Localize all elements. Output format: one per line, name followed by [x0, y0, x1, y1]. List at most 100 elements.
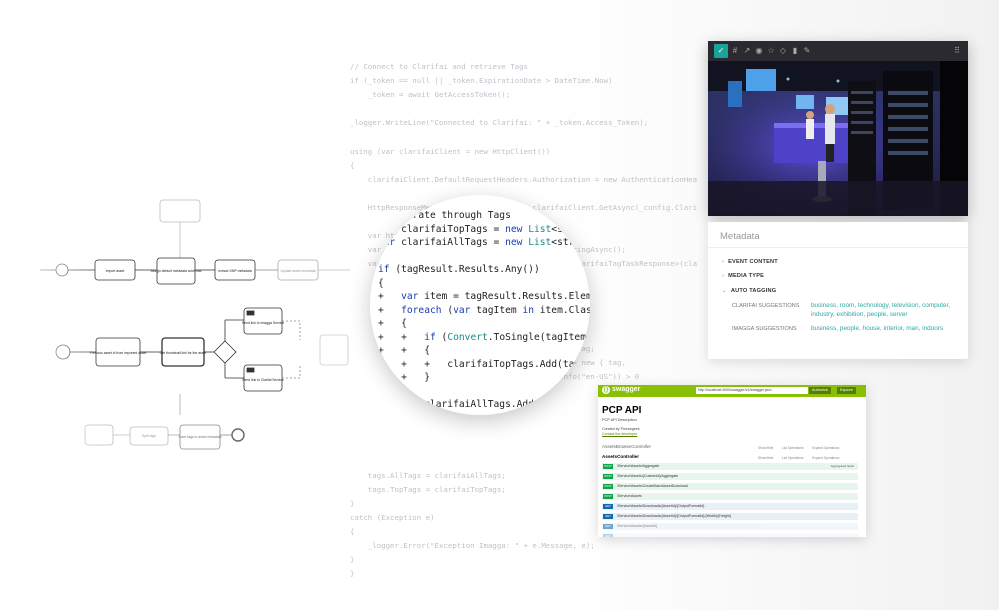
chevron-right-icon: › — [722, 273, 725, 279]
endpoint-path: /Service/Assets/Downloads/{AssetId}/{Out… — [617, 514, 731, 518]
endpoint-row[interactable]: POST/Service/Assets — [602, 493, 858, 500]
code-line: } — [350, 555, 355, 565]
endpoint-row[interactable]: POST/Service/Assets/Aggregate Aggregated … — [602, 463, 858, 470]
swagger-logo[interactable]: {} swagger — [602, 386, 640, 394]
http-method-badge: POST — [603, 474, 613, 479]
magnified-code-line: + { — [378, 318, 407, 329]
exhibition-photo — [708, 61, 968, 216]
trash-icon[interactable]: ▮ — [790, 46, 800, 56]
code-line: clarifaiClient.DefaultRequestHeaders.Aut… — [350, 174, 698, 184]
contact-developer-link[interactable]: Contact the developer — [602, 432, 637, 436]
code-line: { — [350, 160, 355, 170]
page: { "code_lines": [ "// Connect to Clarifa… — [0, 0, 999, 610]
section-media-type[interactable]: › MEDIA TYPE — [722, 273, 764, 279]
code-line: // Connect to Clarifai and retrieve Tags — [350, 62, 528, 71]
magnified-code: // Iterate through Tags var clarifaiTopTa… — [378, 209, 590, 412]
section-event-content[interactable]: › EVENT CONTENT — [722, 259, 778, 265]
api-created-by: Created by Picturegeek — [602, 427, 640, 431]
imagga-suggestions-label: IMAGGA SUGGESTIONS — [732, 326, 797, 332]
endpoint-row[interactable]: GET/Service/Assets/Downloads/{AssetId}/{… — [602, 513, 858, 520]
endpoint-row[interactable]: POST/Service/Assets/CreateBatchAssetDown… — [602, 483, 858, 490]
group-assets-browse[interactable]: AssetsBrowseController — [602, 444, 651, 449]
http-method-badge: GET — [603, 504, 613, 509]
magnified-code-line — [378, 385, 590, 399]
code-line: using (var clarifaiClient = new HttpClie… — [350, 146, 551, 156]
chevron-down-icon: ⌄ — [722, 288, 727, 294]
magnified-code-line: + + if (Convert.ToSingle(tagItem.prob — [378, 331, 590, 343]
api-description: PCP API Description — [602, 418, 637, 422]
magnified-code-line: { — [378, 277, 384, 289]
share-icon[interactable]: ↗ — [742, 46, 752, 56]
swagger-logo-icon: {} — [602, 386, 610, 394]
magnified-code-line: var clarifaiTopTags = new List<string — [378, 223, 590, 235]
magnified-code-line: clarifaiAllTags.Add(tagIt — [378, 399, 569, 410]
endpoint-path: /Service/Assets/{CustomId}/Aggregate — [617, 474, 679, 478]
tag-icon[interactable]: ◇ — [778, 46, 788, 56]
endpoint-path: /Service/Assets/{AssetId} — [617, 524, 658, 528]
http-method-badge: POST — [603, 484, 613, 489]
group2-expand-ops[interactable]: Expand Operations — [812, 456, 839, 460]
endpoint-row[interactable]: GET — [602, 533, 858, 537]
magnified-code-line: if (tagResult.Results.Any()) — [378, 264, 540, 275]
preview-toolbar: ✓ # ↗ ◉ ☆ ◇ ▮ ✎ ⠿ — [708, 41, 968, 61]
swagger-url-input[interactable]: http://localhost:4000/swagger/v1/swagger… — [696, 387, 808, 394]
magnified-code-line: + + { — [378, 345, 430, 356]
endpoint-row[interactable]: GET/Service/Assets/Downloads/{AssetId}/{… — [602, 503, 858, 510]
code-line: } — [350, 569, 355, 579]
api-title: PCP API — [602, 405, 642, 416]
endpoint-path: /Service/Assets — [617, 494, 642, 498]
endpoint-path: /Service/Assets/Aggregate — [617, 464, 660, 468]
chevron-right-icon: › — [722, 259, 725, 265]
section-label: EVENT CONTENT — [728, 259, 778, 265]
clarifai-suggestions-value[interactable]: business, room, technology, television, … — [811, 301, 961, 319]
explore-button[interactable]: Explore — [837, 387, 856, 394]
swagger-header: {} swagger http://localhost:4000/swagger/… — [598, 385, 866, 397]
magnified-code-line: // Iterate through Tags — [378, 210, 511, 221]
endpoint-row[interactable]: POST/Service/Assets/{CustomId}/Aggregate — [602, 473, 858, 480]
endpoint-row[interactable]: GET/Service/Assets/{AssetId} — [602, 523, 858, 530]
magnified-code-line: var clarifaiAllTags = new List<string>() — [378, 237, 590, 248]
section-auto-tagging[interactable]: ⌄ AUTO TAGGING — [722, 288, 776, 294]
metadata-divider — [708, 247, 968, 248]
group-assets[interactable]: AssetsController — [602, 454, 639, 459]
endpoint-path: /Service/Assets/Downloads/{AssetId}/{Out… — [617, 504, 705, 508]
clarifai-suggestions-label: CLARIFAI SUGGESTIONS — [732, 303, 800, 309]
magnified-code-line: + + } — [378, 372, 430, 383]
http-method-badge: POST — [603, 494, 613, 499]
code-magnifier: // Iterate through Tags var clarifaiTopTa… — [370, 195, 590, 415]
eye-icon[interactable]: ◉ — [754, 46, 764, 56]
http-method-badge: GET — [603, 514, 613, 519]
http-method-badge: POST — [603, 464, 613, 469]
code-line: _logger.WriteLine("Connected to Clarifai… — [350, 118, 649, 128]
imagga-suggestions-value[interactable]: business, people, house, interior, man, … — [811, 324, 961, 333]
swagger-panel: {} swagger http://localhost:4000/swagger/… — [598, 385, 866, 537]
code-line: if (_token == null || _token.ExpirationD… — [350, 76, 613, 86]
magnified-code-line: + foreach (var tagItem in item.Classes.S… — [378, 304, 590, 316]
magnified-code-line — [378, 250, 590, 264]
metadata-panel: Metadata › EVENT CONTENT › MEDIA TYPE ⌄ AUT… — [708, 222, 968, 359]
section-label: MEDIA TYPE — [728, 273, 765, 279]
check-icon[interactable]: ✓ — [714, 44, 728, 58]
group2-show-hide[interactable]: Show/Hide — [758, 456, 773, 460]
code-line: _token = await GetAccessToken(); — [350, 90, 511, 100]
group1-expand-ops[interactable]: Expand Operations — [812, 446, 839, 450]
authorize-button[interactable]: Authorize — [809, 387, 832, 394]
swagger-logo-text: swagger — [612, 386, 641, 393]
pen-icon[interactable]: ✎ — [802, 46, 812, 56]
group2-list-ops[interactable]: List Operations — [782, 456, 803, 460]
group1-list-ops[interactable]: List Operations — [782, 446, 803, 450]
http-method-badge: GET — [603, 524, 613, 529]
endpoint-path: /Service/Assets/CreateBatchAssetDownload — [617, 484, 688, 488]
magnified-code-line: + + + clarifaiTopTags.Add(tagItem — [378, 358, 590, 370]
group1-show-hide[interactable]: Show/Hide — [758, 446, 773, 450]
hash-icon[interactable]: # — [730, 46, 740, 56]
endpoint-summary: Aggregated fields — [830, 464, 854, 468]
grip-icon[interactable]: ⠿ — [952, 46, 962, 56]
star-icon[interactable]: ☆ — [766, 46, 776, 56]
code-line: _logger.Error("Exception Imagga: " + e.M… — [350, 541, 595, 551]
http-method-badge: GET — [603, 534, 613, 537]
asset-preview-card: ✓ # ↗ ◉ ☆ ◇ ▮ ✎ ⠿ — [708, 41, 968, 216]
